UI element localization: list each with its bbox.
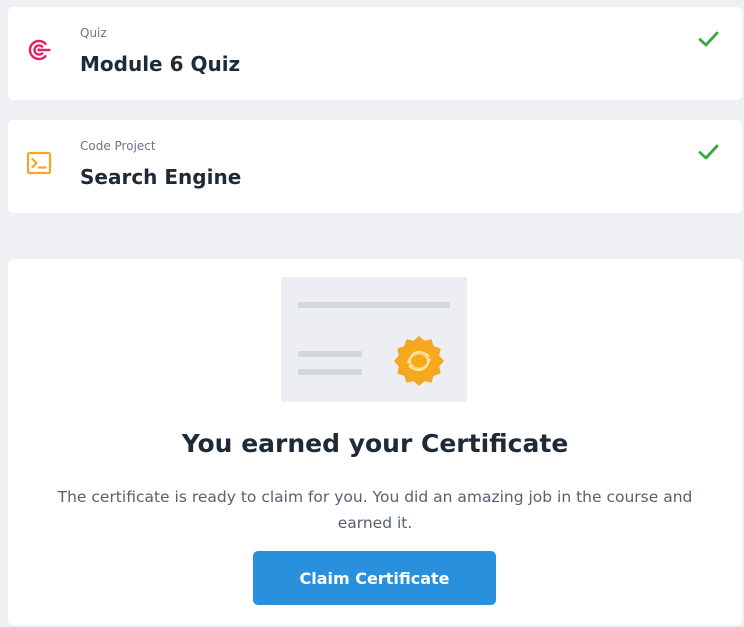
- lesson-type: Quiz: [80, 26, 107, 40]
- target-icon: [28, 39, 51, 61]
- certificate-heading: You earned your Certificate: [181, 429, 569, 458]
- certificate-description: The certificate is ready to claim for yo…: [57, 488, 693, 532]
- lesson-card-quiz[interactable]: Quiz Module 6 Quiz: [8, 7, 742, 100]
- lesson-card-code-project[interactable]: Code Project Search Engine: [8, 120, 742, 213]
- lesson-type: Code Project: [80, 139, 156, 153]
- check-icon: [698, 31, 719, 47]
- claim-certificate-button[interactable]: Claim Certificate: [253, 551, 496, 605]
- check-icon: [698, 144, 719, 160]
- terminal-icon: [26, 151, 52, 175]
- lesson-title: Module 6 Quiz: [80, 52, 241, 76]
- certificate-illustration: [281, 277, 467, 402]
- lesson-title: Search Engine: [80, 165, 242, 189]
- certificate-card: You earned your Certificate The certific…: [8, 259, 742, 625]
